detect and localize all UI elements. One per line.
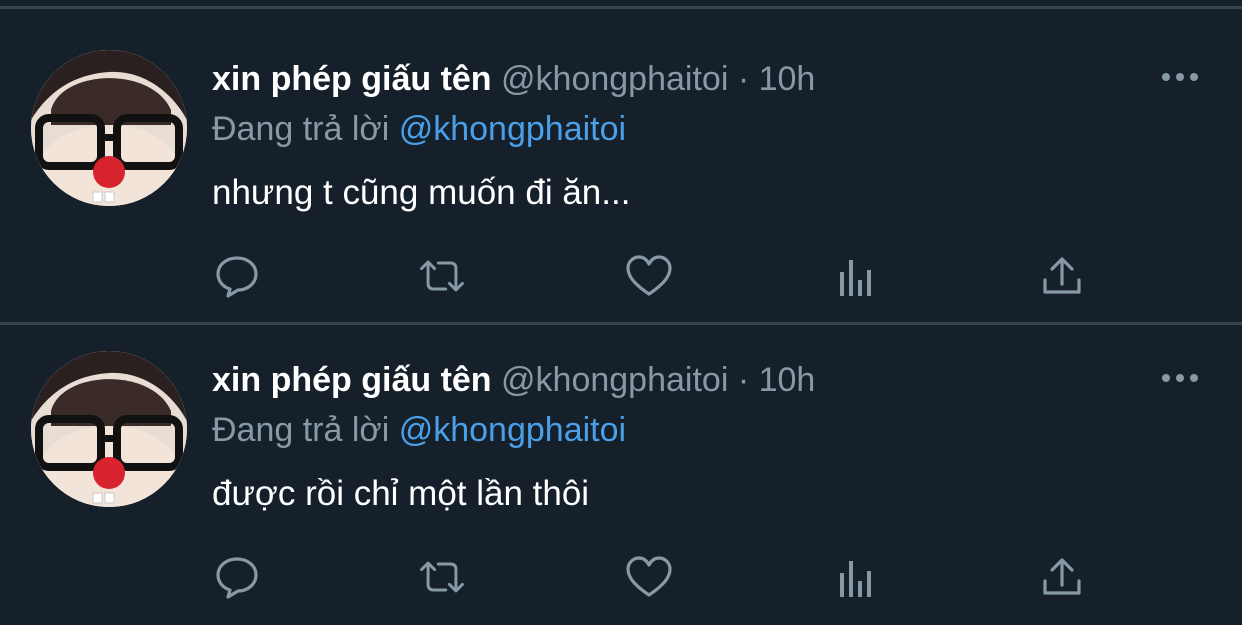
tweet-header: xin phép giấu tên @khongphaitoi · 10h xyxy=(212,357,815,403)
avatar[interactable] xyxy=(31,351,187,507)
retweet-button[interactable] xyxy=(416,551,468,603)
tweet-text: nhưng t cũng muốn đi ăn... xyxy=(212,173,631,212)
analytics-button[interactable] xyxy=(830,551,882,603)
retweet-icon xyxy=(420,561,464,593)
share-icon xyxy=(1043,558,1081,595)
like-button[interactable] xyxy=(623,551,675,603)
replying-to-label: Đang trả lời xyxy=(212,411,390,449)
analytics-button[interactable] xyxy=(830,250,882,302)
separator: · xyxy=(737,60,750,98)
share-button[interactable] xyxy=(1036,250,1088,302)
share-icon xyxy=(1043,257,1081,294)
reply-icon xyxy=(216,256,258,298)
like-icon xyxy=(626,556,672,597)
tweet[interactable]: xin phép giấu tên @khongphaitoi · 10h Đa… xyxy=(0,0,1242,300)
replying-to-label: Đang trả lời xyxy=(212,110,390,148)
tweet-header: xin phép giấu tên @khongphaitoi · 10h xyxy=(212,56,815,102)
avatar-image xyxy=(31,50,187,206)
analytics-icon xyxy=(840,260,871,296)
analytics-icon xyxy=(840,561,871,597)
avatar[interactable] xyxy=(31,50,187,206)
like-button[interactable] xyxy=(623,250,675,302)
reply-button[interactable] xyxy=(211,250,263,302)
retweet-icon xyxy=(420,260,464,292)
replying-to-mention[interactable]: @khongphaitoi xyxy=(399,411,626,449)
avatar-image xyxy=(31,351,187,507)
more-icon xyxy=(1162,374,1198,382)
timestamp[interactable]: 10h xyxy=(759,361,816,399)
tweet-text: được rồi chỉ một lần thôi xyxy=(212,474,590,513)
user-handle[interactable]: @khongphaitoi xyxy=(501,361,728,399)
replying-to-mention[interactable]: @khongphaitoi xyxy=(399,110,626,148)
more-options-button[interactable] xyxy=(1158,365,1202,391)
timestamp[interactable]: 10h xyxy=(759,60,816,98)
retweet-button[interactable] xyxy=(416,250,468,302)
more-icon xyxy=(1162,73,1198,81)
share-button[interactable] xyxy=(1036,551,1088,603)
reply-button[interactable] xyxy=(211,551,263,603)
user-handle[interactable]: @khongphaitoi xyxy=(501,60,728,98)
replying-to: Đang trả lời @khongphaitoi xyxy=(212,407,626,453)
reply-icon xyxy=(216,557,258,599)
replying-to: Đang trả lời @khongphaitoi xyxy=(212,106,626,152)
like-icon xyxy=(626,255,672,296)
display-name[interactable]: xin phép giấu tên xyxy=(212,361,492,399)
display-name[interactable]: xin phép giấu tên xyxy=(212,60,492,98)
tweet[interactable]: xin phép giấu tên @khongphaitoi · 10h Đa… xyxy=(0,301,1242,601)
separator: · xyxy=(737,361,750,399)
more-options-button[interactable] xyxy=(1158,64,1202,90)
